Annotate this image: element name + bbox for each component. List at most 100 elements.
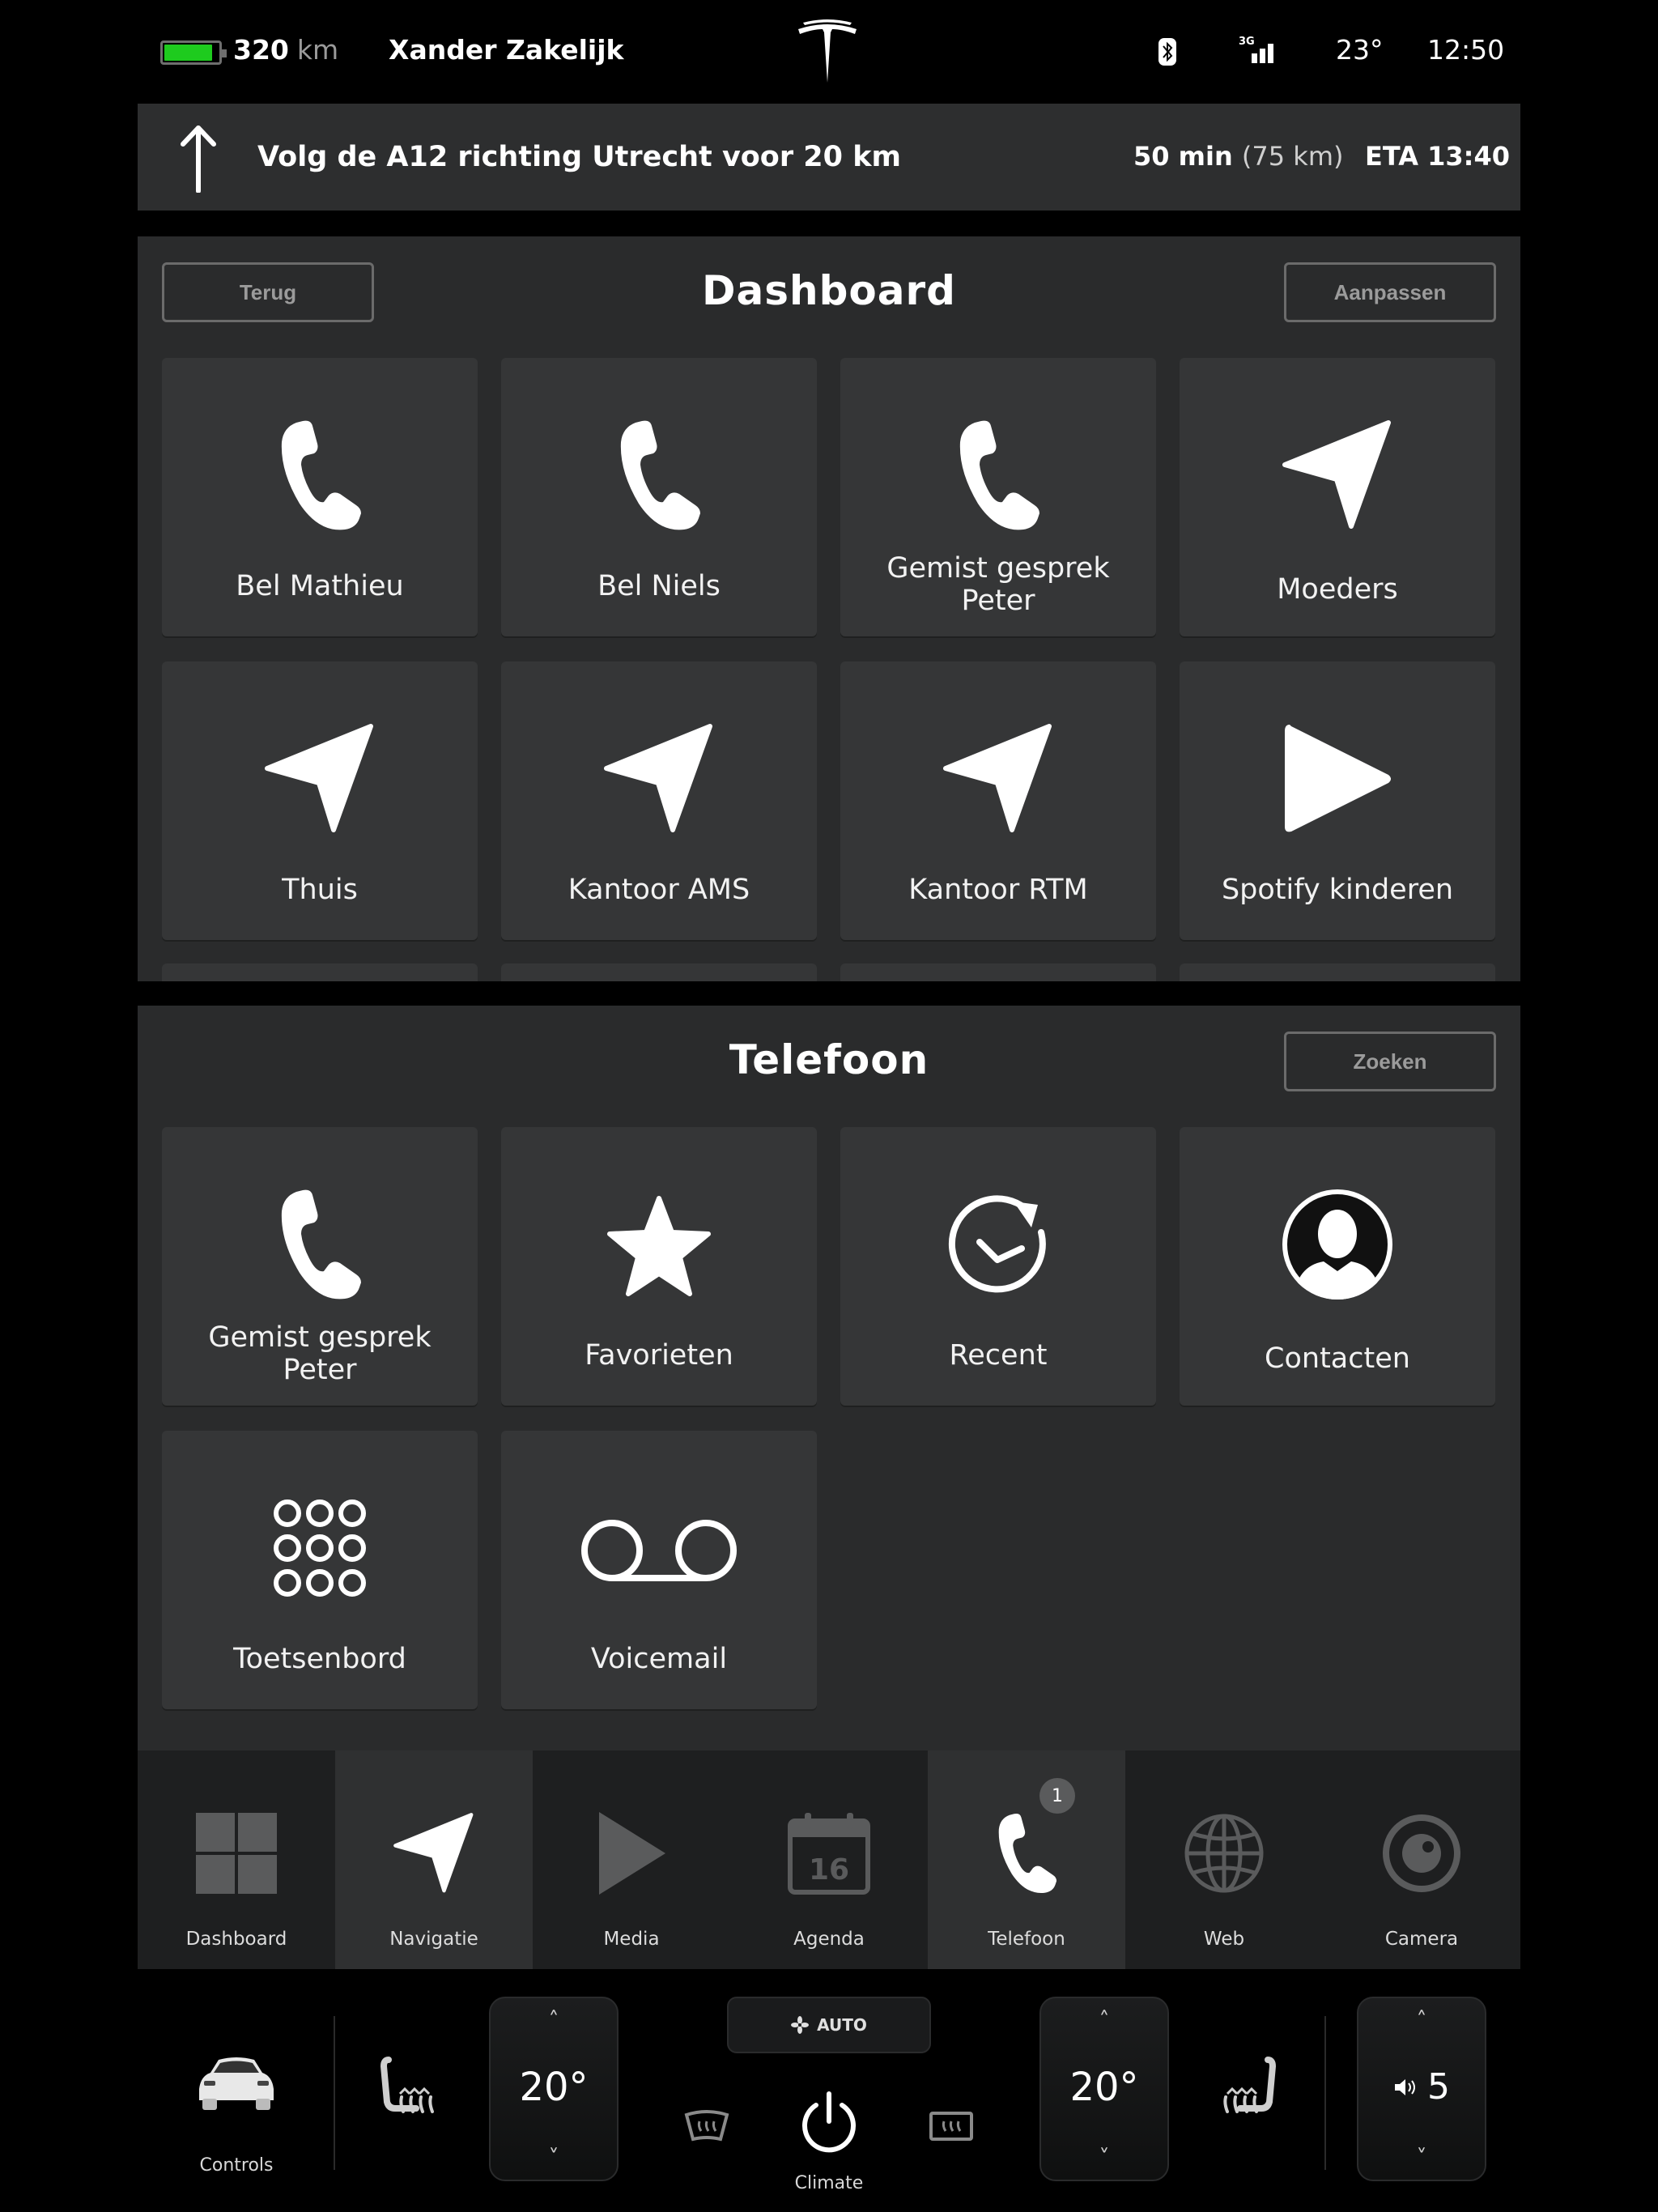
- customize-button[interactable]: Aanpassen: [1284, 262, 1496, 322]
- network-type: 3G: [1239, 36, 1255, 48]
- nav-duration-time: 50 min: [1133, 141, 1233, 172]
- phone-panel: Telefoon Zoeken Gemist gesprek Peter Fav…: [138, 1006, 1520, 1750]
- speaker-icon: [1395, 2078, 1415, 2095]
- range-value: 320: [233, 34, 289, 66]
- dashboard-panel: Terug Dashboard Aanpassen Bel Mathieu Be…: [138, 236, 1520, 981]
- tile-nav-moeders[interactable]: Moeders: [1180, 358, 1495, 636]
- car-icon: [199, 2057, 274, 2110]
- battery-fill: [164, 45, 212, 61]
- dock-label: Media: [603, 1929, 660, 1950]
- front-defrost-icon[interactable]: [683, 2108, 730, 2144]
- bluetooth-icon: [1158, 38, 1176, 66]
- phone-icon: [259, 415, 380, 536]
- left-temperature: 20°: [519, 2065, 589, 2110]
- dock-label: Navigatie: [389, 1929, 478, 1950]
- tesla-logo-icon: [798, 19, 857, 83]
- dock-dashboard[interactable]: Dashboard: [138, 1750, 335, 1969]
- calendar-icon: 16: [784, 1809, 874, 1898]
- left-temperature-control: ˄ 20° ˅: [489, 1997, 619, 2181]
- tile-favorites[interactable]: Favorieten: [501, 1127, 817, 1406]
- tile-partial[interactable]: [1180, 963, 1495, 981]
- navigation-banner[interactable]: Volg de A12 richting Utrecht voor 20 km …: [138, 104, 1520, 211]
- volume-level: 5: [1427, 2066, 1450, 2108]
- right-temp-up-button[interactable]: ˄: [1041, 2008, 1167, 2032]
- right-temp-down-button[interactable]: ˅: [1041, 2146, 1167, 2170]
- tile-label: Toetsenbord: [233, 1643, 406, 1675]
- phone-icon: [598, 415, 720, 536]
- tile-label: Contacten: [1265, 1342, 1410, 1375]
- nav-instruction: Volg de A12 richting Utrecht voor 20 km: [257, 141, 901, 173]
- star-icon: [598, 1184, 720, 1305]
- tile-recent[interactable]: Recent: [840, 1127, 1156, 1406]
- tile-nav-thuis[interactable]: Thuis: [162, 661, 478, 940]
- tile-label: Recent: [949, 1339, 1048, 1372]
- tile-partial[interactable]: [840, 963, 1156, 981]
- tile-partial[interactable]: [162, 963, 478, 981]
- search-button[interactable]: Zoeken: [1284, 1032, 1496, 1091]
- phone-icon: [937, 415, 1059, 536]
- tile-label: Kantoor RTM: [908, 874, 1088, 906]
- tile-label: Voicemail: [590, 1643, 728, 1675]
- grid-icon: [192, 1809, 281, 1898]
- notification-badge: 1: [1039, 1778, 1075, 1814]
- left-temp-up-button[interactable]: ˄: [491, 2008, 617, 2032]
- keypad-icon: [259, 1487, 380, 1609]
- tile-missed-call-peter[interactable]: Gemist gesprek Peter: [162, 1127, 478, 1406]
- tile-label: Gemist gesprek Peter: [886, 552, 1110, 617]
- seat-heater-right-icon[interactable]: [1218, 2055, 1276, 2126]
- navigation-arrow-icon: [937, 718, 1059, 840]
- tile-spotify-kinderen[interactable]: Spotify kinderen: [1180, 661, 1495, 940]
- outside-temperature: 23°: [1336, 34, 1384, 66]
- navigation-arrow-icon: [1277, 415, 1398, 536]
- dock-label: Dashboard: [185, 1929, 287, 1950]
- tile-label: Favorieten: [585, 1339, 733, 1372]
- tile-call-niels[interactable]: Bel Niels: [501, 358, 817, 636]
- phone-icon: [982, 1809, 1071, 1898]
- recent-icon: [937, 1184, 1059, 1305]
- play-icon: [1277, 718, 1398, 840]
- nav-duration: 50 min (75 km): [1133, 141, 1343, 172]
- range-readout: 320 km: [233, 34, 338, 66]
- tile-nav-kantoor-rtm[interactable]: Kantoor RTM: [840, 661, 1156, 940]
- globe-icon: [1180, 1809, 1269, 1898]
- volume-down-button[interactable]: ˅: [1358, 2146, 1485, 2170]
- dock-media[interactable]: Media: [533, 1750, 730, 1969]
- right-temperature: 20°: [1069, 2065, 1139, 2110]
- seat-heater-left-icon[interactable]: [380, 2055, 439, 2126]
- tile-label: Gemist gesprek Peter: [208, 1321, 432, 1386]
- dock-navigation[interactable]: Navigatie: [335, 1750, 533, 1969]
- fan-icon: [791, 2016, 810, 2034]
- tile-nav-kantoor-ams[interactable]: Kantoor AMS: [501, 661, 817, 940]
- range-unit: km: [296, 34, 339, 66]
- climate-label: Climate: [794, 2173, 864, 2193]
- dock-label: Web: [1203, 1929, 1245, 1950]
- right-temperature-control: ˄ 20° ˅: [1039, 1997, 1169, 2181]
- rear-defrost-icon[interactable]: [928, 2108, 975, 2144]
- dock-camera[interactable]: Camera: [1323, 1750, 1520, 1969]
- nav-eta: ETA 13:40: [1365, 141, 1510, 172]
- tile-partial[interactable]: [501, 963, 817, 981]
- climate-power-icon[interactable]: [797, 2091, 861, 2155]
- tile-missed-call-peter[interactable]: Gemist gesprek Peter: [840, 358, 1156, 636]
- tile-label: Bel Niels: [597, 570, 721, 602]
- clock: 12:50: [1427, 34, 1505, 66]
- fan-auto-button[interactable]: AUTO: [727, 1997, 931, 2053]
- dock-web[interactable]: Web: [1125, 1750, 1323, 1969]
- dock-label: Agenda: [793, 1929, 865, 1950]
- tile-keypad[interactable]: Toetsenbord: [162, 1431, 478, 1709]
- controls-button[interactable]: Controls: [170, 2155, 303, 2176]
- driver-profile[interactable]: Xander Zakelijk: [389, 34, 624, 66]
- tile-label: Bel Mathieu: [236, 570, 404, 602]
- tile-contacts[interactable]: Contacten: [1180, 1127, 1495, 1406]
- navigation-arrow-icon: [389, 1809, 478, 1898]
- dock-agenda[interactable]: 16 Agenda: [730, 1750, 928, 1969]
- camera-icon: [1377, 1809, 1466, 1898]
- volume-up-button[interactable]: ˄: [1358, 2008, 1485, 2032]
- tile-call-mathieu[interactable]: Bel Mathieu: [162, 358, 478, 636]
- status-bar: 320 km Xander Zakelijk 3G 23° 12:50: [0, 0, 1658, 104]
- tile-voicemail[interactable]: Voicemail: [501, 1431, 817, 1709]
- dock-phone[interactable]: 1 Telefoon: [928, 1750, 1125, 1969]
- battery-indicator: [160, 40, 227, 65]
- voicemail-icon: [578, 1487, 740, 1609]
- left-temp-down-button[interactable]: ˅: [491, 2146, 617, 2170]
